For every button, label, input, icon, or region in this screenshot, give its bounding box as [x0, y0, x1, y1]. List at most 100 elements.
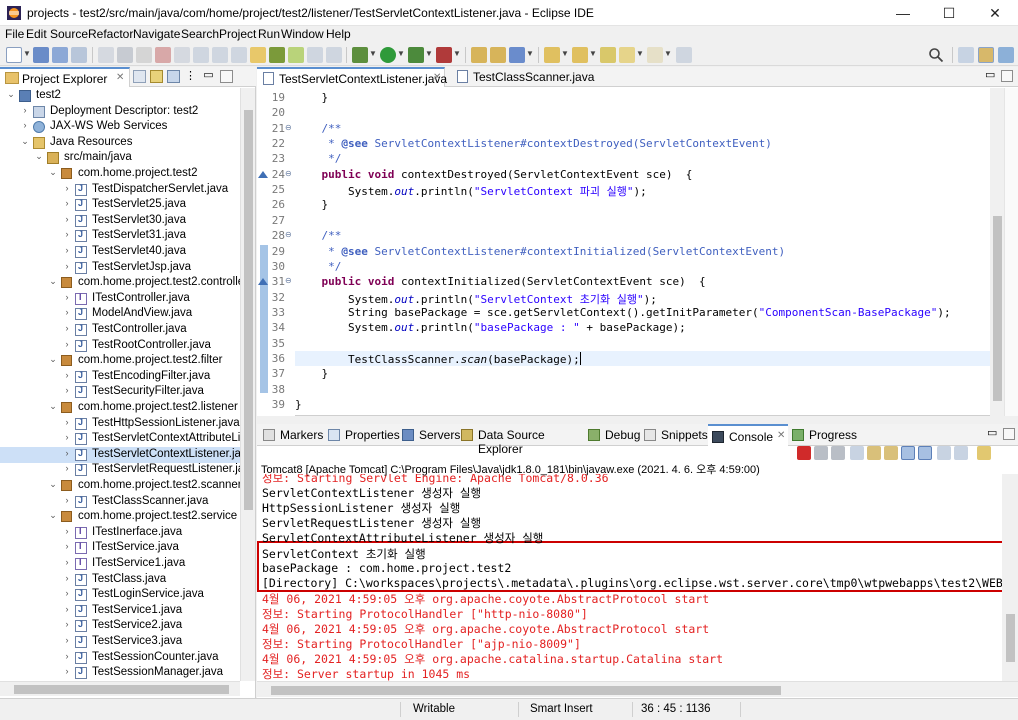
tree-item[interactable]: › TestServlet40.java: [0, 244, 240, 260]
collapsed-chevron-icon[interactable]: ›: [62, 635, 72, 645]
expanded-chevron-icon[interactable]: ⌄: [48, 401, 58, 412]
override-marker-icon[interactable]: [258, 278, 268, 286]
tab-markers[interactable]: Markers: [263, 424, 327, 446]
menu-edit[interactable]: Edit: [26, 27, 47, 41]
explorer-horizontal-scrollbar[interactable]: [0, 681, 240, 696]
tree-item[interactable]: › TestServletJsp.java: [0, 260, 240, 276]
search-icon[interactable]: [928, 47, 944, 63]
expanded-chevron-icon[interactable]: ⌄: [48, 479, 58, 490]
collapsed-chevron-icon[interactable]: ›: [62, 526, 72, 536]
open-console-icon[interactable]: [977, 446, 991, 460]
tree-item[interactable]: › ITestController.java: [0, 291, 240, 307]
tree-item[interactable]: › ITestInerface.java: [0, 525, 240, 541]
run-icon[interactable]: [380, 47, 396, 63]
tree-item[interactable]: ⌄ com.home.project.test2.controller: [0, 275, 240, 291]
skip-breakpoints-icon[interactable]: [98, 47, 114, 63]
collapsed-chevron-icon[interactable]: ›: [62, 214, 72, 224]
collapsed-chevron-icon[interactable]: ›: [62, 385, 72, 395]
tree-item[interactable]: ⌄ test2: [0, 88, 240, 104]
maximize-view-icon[interactable]: [1003, 428, 1015, 440]
tree-item[interactable]: › TestServletContextAttributeListe: [0, 431, 240, 447]
view-menu-icon[interactable]: ⋮: [184, 70, 197, 83]
menu-refactor[interactable]: Refactor: [88, 27, 133, 41]
expanded-chevron-icon[interactable]: ⌄: [48, 510, 58, 521]
coverage-dropdown-icon[interactable]: ▼: [425, 49, 433, 58]
scroll-thumb[interactable]: [271, 686, 781, 695]
override-marker-icon[interactable]: [258, 170, 268, 178]
tree-item[interactable]: › JAX-WS Web Services: [0, 119, 240, 135]
tab-testservletcontextlistener[interactable]: TestServletContextListener.java ✕: [257, 67, 447, 87]
tree-item[interactable]: › TestService3.java: [0, 634, 240, 650]
tree-item[interactable]: ⌄ com.home.project.test2.scanner: [0, 478, 240, 494]
tree-item[interactable]: › TestServlet25.java: [0, 197, 240, 213]
collapsed-chevron-icon[interactable]: ›: [62, 417, 72, 427]
expanded-chevron-icon[interactable]: ⌄: [48, 354, 58, 365]
toggle-block-selection-icon[interactable]: [307, 47, 323, 63]
java-perspective-icon[interactable]: [998, 47, 1014, 63]
tree-item[interactable]: ⌄ com.home.project.test2.listener: [0, 400, 240, 416]
scroll-lock-icon[interactable]: [867, 446, 881, 460]
collapsed-chevron-icon[interactable]: ›: [62, 588, 72, 598]
minimize-view-icon[interactable]: ▭: [987, 424, 1001, 446]
tree-item[interactable]: ⌄ com.home.project.test2.service: [0, 509, 240, 525]
code-line[interactable]: System.out.println("ServletContext 파괴 실행…: [295, 183, 647, 199]
coverage-icon[interactable]: [408, 47, 424, 63]
new-class-dropdown-icon[interactable]: ▼: [526, 49, 534, 58]
tree-item[interactable]: › ModelAndView.java: [0, 306, 240, 322]
open-task-icon[interactable]: [269, 47, 285, 63]
tab-servers[interactable]: Servers: [402, 424, 460, 446]
code-line[interactable]: System.out.println("basePackage : " + ba…: [295, 321, 686, 334]
tree-item[interactable]: ⌄ src/main/java: [0, 150, 240, 166]
expanded-chevron-icon[interactable]: ⌄: [48, 167, 58, 178]
tree-item[interactable]: › TestServletContextListener.java: [0, 446, 240, 463]
expanded-chevron-icon[interactable]: ⌄: [34, 151, 44, 162]
link-with-editor-icon[interactable]: [150, 70, 163, 83]
toggle-mark-occurrences-icon[interactable]: [288, 47, 304, 63]
collapsed-chevron-icon[interactable]: ›: [62, 183, 72, 193]
previous-annotation-dropdown-icon[interactable]: ▼: [589, 49, 597, 58]
fold-toggle-icon[interactable]: ⊖: [285, 123, 294, 132]
next-annotation-icon[interactable]: [544, 47, 560, 63]
scroll-thumb[interactable]: [993, 216, 1002, 401]
close-button[interactable]: ✕: [972, 0, 1018, 26]
terminate-icon[interactable]: [797, 446, 811, 460]
tree-item[interactable]: › TestServletRequestListener.java: [0, 462, 240, 478]
close-icon[interactable]: ✕: [433, 72, 441, 83]
collapsed-chevron-icon[interactable]: ›: [62, 432, 72, 442]
collapsed-chevron-icon[interactable]: ›: [62, 651, 72, 661]
debug-icon[interactable]: [352, 47, 368, 63]
last-edit-location-icon[interactable]: [600, 47, 616, 63]
code-line[interactable]: String basePackage = sce.getServletConte…: [295, 306, 951, 319]
collapsed-chevron-icon[interactable]: ›: [62, 448, 72, 458]
collapsed-chevron-icon[interactable]: ›: [62, 229, 72, 239]
save-icon[interactable]: [33, 47, 49, 63]
external-tools-icon[interactable]: [436, 47, 452, 63]
tree-item[interactable]: › TestService1.java: [0, 603, 240, 619]
code-line[interactable]: * @see ServletContextListener#contextDes…: [295, 137, 772, 150]
minimize-view-icon[interactable]: ▭: [202, 70, 215, 83]
tree-item[interactable]: › TestDispatcherServlet.java: [0, 182, 240, 198]
new-class-icon[interactable]: [509, 47, 525, 63]
maximize-button[interactable]: ☐: [926, 0, 972, 26]
code-area[interactable]: } /** * @see ServletContextListener#cont…: [295, 88, 990, 416]
fold-toggle-icon[interactable]: ⊖: [285, 169, 294, 178]
back-icon[interactable]: [619, 47, 635, 63]
terminate-icon[interactable]: [155, 47, 171, 63]
open-perspective-icon[interactable]: [958, 47, 974, 63]
console-vertical-scrollbar[interactable]: [1002, 474, 1018, 681]
menu-window[interactable]: Window: [281, 27, 324, 41]
menu-source[interactable]: Source: [50, 27, 88, 41]
close-icon[interactable]: ✕: [116, 72, 124, 83]
collapsed-chevron-icon[interactable]: ›: [62, 339, 72, 349]
new-icon[interactable]: [6, 47, 22, 63]
new-java-project-icon[interactable]: [471, 47, 487, 63]
code-line[interactable]: }: [295, 367, 328, 380]
previous-annotation-icon[interactable]: [572, 47, 588, 63]
suspend-icon[interactable]: [136, 47, 152, 63]
code-line[interactable]: TestClassScanner.scan(basePackage);: [295, 351, 581, 366]
tab-data-source-explorer[interactable]: Data Source Explorer: [461, 424, 581, 456]
console-horizontal-scrollbar[interactable]: [257, 681, 1018, 697]
disconnect-icon[interactable]: [174, 47, 190, 63]
tree-item[interactable]: › TestService2.java: [0, 618, 240, 634]
expanded-chevron-icon[interactable]: ⌄: [20, 136, 30, 147]
